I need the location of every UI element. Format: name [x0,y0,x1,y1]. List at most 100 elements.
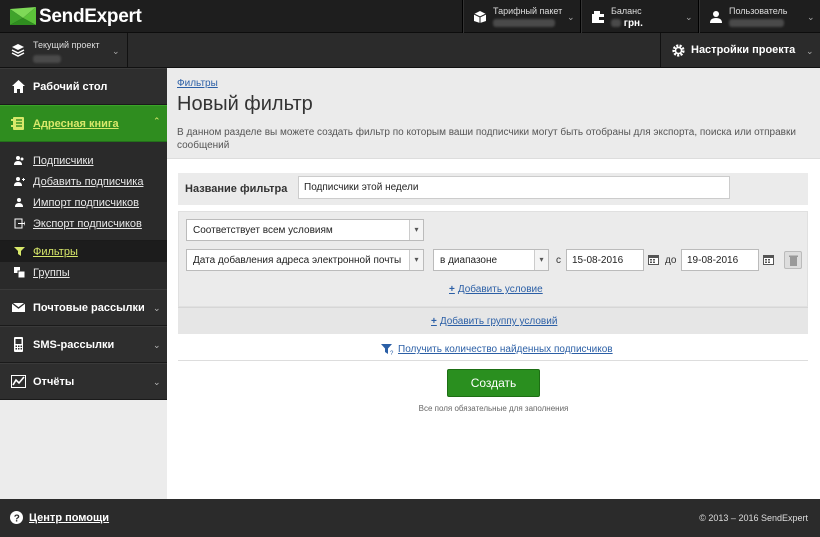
chevron-down-icon: ⌄ [112,46,120,56]
layers-icon [11,44,25,57]
sidebar-item-label: SMS-рассылки [33,339,115,351]
sidebar-item-import[interactable]: Импорт подписчиков [0,192,167,213]
breadcrumb[interactable]: Фильтры [177,78,218,89]
filter-name-label: Название фильтра [185,183,288,195]
field-select[interactable]: Дата добавления адреса электронной почты… [186,249,424,271]
operator-select[interactable]: в диапазоне ▾ [433,249,549,271]
delete-condition-button[interactable] [784,251,802,269]
from-date-input[interactable]: 15-08-2016 [566,249,644,271]
sidebar-item-reports[interactable]: Отчёты ⌄ [0,363,167,400]
balance-menu[interactable]: Баланс грн. ⌄ [580,0,698,33]
phone-icon [14,337,23,352]
help-center-label: Центр помощи [29,511,110,524]
from-label: с [556,255,561,266]
address-book-icon [11,117,24,130]
sidebar-item-groups[interactable]: Группы [0,262,167,283]
project-value-hidden [33,53,61,65]
chevron-down-icon: ▾ [409,250,423,270]
sidebar-item-label: Почтовые рассылки [33,302,145,314]
add-group-label: Добавить группу условий [439,316,558,327]
filter-icon [14,247,25,256]
plus-icon: + [431,316,437,327]
user-value-hidden [729,18,784,29]
logo-text: SendExpert [39,6,142,27]
balance-currency: грн. [623,18,643,29]
sidebar-item-label: Импорт подписчиков [33,197,140,209]
chevron-down-icon: ▾ [534,250,548,270]
sidebar-item-label: Добавить подписчика [33,176,144,188]
count-subscribers-link[interactable]: ? Получить количество найденных подписчи… [381,344,613,355]
users-icon [14,156,24,165]
tariff-label: Тарифный пакет [493,6,563,16]
wallet-icon [592,11,604,23]
top-bar: SendExpert Тарифный пакет ⌄ Баланс грн. … [0,0,820,33]
help-center-link[interactable]: ? Центр помощи [10,511,109,524]
chevron-down-icon: ⌄ [807,12,815,22]
operator-select-value: в диапазоне [440,255,498,266]
create-button[interactable]: Создать [447,369,540,397]
sidebar-item-label: Рабочий стол [33,81,108,93]
match-select[interactable]: Соответствует всем условиям ▾ [186,219,424,241]
sidebar-item-addressbook[interactable]: Адресная книга ⌃ [0,105,167,142]
sidebar-item-subscribers[interactable]: Подписчики [0,150,167,171]
page-title: Новый фильтр [177,93,313,115]
page-description: В данном разделе вы можете создать фильт… [177,127,796,151]
home-icon [12,80,25,93]
svg-text:?: ? [390,351,394,355]
page-header: Фильтры Новый фильтр В данном разделе вы… [167,68,820,159]
condition-group: Соответствует всем условиям ▾ Дата добав… [178,211,808,307]
settings-label: Настройки проекта [691,44,796,56]
chevron-down-icon: ⌄ [567,12,575,22]
balance-value: грн. [611,18,643,29]
filter-name-input[interactable] [298,176,730,199]
sidebar-item-mailings[interactable]: Почтовые рассылки ⌄ [0,289,167,326]
add-user-icon [14,177,25,186]
project-bar: Текущий проект ⌄ Настройки проекта ⌄ [0,33,820,68]
user-icon [710,11,722,23]
project-settings-menu[interactable]: Настройки проекта ⌄ [660,33,820,68]
calendar-icon[interactable] [648,254,659,265]
filter-icon: ? [381,344,394,355]
count-link-label: Получить количество найденных подписчико… [398,344,613,355]
sidebar-item-export[interactable]: Экспорт подписчиков [0,213,167,234]
add-condition-label: Добавить условие [457,284,543,295]
user-menu[interactable]: Пользователь ⌄ [698,0,820,33]
sidebar-item-label: Группы [33,267,70,279]
export-icon [14,218,25,229]
envelope-logo-icon [10,7,36,25]
project-selector[interactable]: Текущий проект ⌄ [0,33,128,68]
footer: ? Центр помощи © 2013 – 2016 SendExpert [0,499,820,537]
sidebar-item-filters[interactable]: Фильтры [0,241,167,262]
trash-icon [789,255,798,266]
user-label: Пользователь [729,6,788,16]
svg-text:?: ? [14,514,20,525]
add-group-link[interactable]: + Добавить группу условий [431,316,557,327]
plus-icon: + [449,284,455,295]
calendar-icon[interactable] [763,254,774,265]
sidebar-item-dashboard[interactable]: Рабочий стол [0,68,167,105]
divider [178,360,808,361]
add-condition-link[interactable]: + Добавить условие [449,284,543,295]
add-group-bar: + Добавить группу условий [178,307,808,334]
sidebar: Рабочий стол Адресная книга ⌃ Подписчики… [0,68,167,499]
match-select-value: Соответствует всем условиям [193,225,333,236]
sidebar-item-label: Отчёты [33,376,75,388]
addressbook-submenu: Подписчики Добавить подписчика Импорт по… [0,142,167,289]
tariff-menu[interactable]: Тарифный пакет ⌄ [462,0,580,33]
sidebar-item-label: Экспорт подписчиков [33,218,142,230]
logo[interactable]: SendExpert [10,6,142,27]
gear-icon [672,44,685,57]
sidebar-item-add-subscriber[interactable]: Добавить подписчика [0,171,167,192]
box-icon [473,11,487,23]
chevron-up-icon: ⌃ [153,116,161,126]
sidebar-item-label: Фильтры [33,246,78,258]
to-label: до [665,255,677,266]
filter-name-row: Название фильтра [178,173,808,205]
required-note: Все поля обязательные для заполнения [418,404,569,413]
to-date-input[interactable]: 19-08-2016 [681,249,759,271]
sidebar-item-label: Адресная книга [33,118,119,130]
chart-icon [11,375,26,388]
chevron-down-icon: ⌄ [806,46,814,56]
sidebar-item-sms[interactable]: SMS-рассылки ⌄ [0,326,167,363]
groups-icon [14,267,25,278]
